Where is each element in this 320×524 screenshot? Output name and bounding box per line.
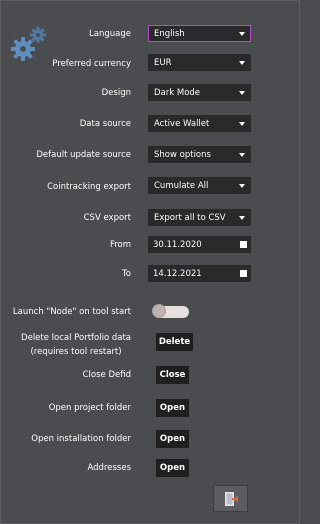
to-date-field[interactable]: 14.12.2021 (148, 265, 251, 282)
to-label: To (122, 269, 131, 279)
currency-select[interactable]: EUR (148, 54, 251, 71)
launch-node-label: Launch "Node" on tool start (12, 307, 131, 317)
design-value: Dark Mode (154, 87, 201, 98)
from-label: From (109, 240, 131, 250)
language-label: Language (89, 29, 131, 39)
currency-label: Preferred currency (52, 59, 131, 69)
close-defid-button[interactable]: Close (156, 366, 189, 384)
delete-portfolio-label-line1: Delete local Portfolio data (21, 333, 131, 343)
design-select[interactable]: Dark Mode (148, 84, 251, 101)
csv-export-select[interactable]: Export all to CSV (148, 209, 251, 226)
csv-export-label: CSV export (83, 213, 131, 223)
chevron-down-icon (239, 153, 245, 157)
chevron-down-icon (239, 216, 245, 220)
data-source-value: Active Wallet (154, 118, 210, 129)
close-defid-label: Close Defid (82, 370, 131, 380)
exit-icon (224, 491, 238, 506)
data-source-label: Data source (79, 119, 131, 129)
addresses-label: Addresses (87, 463, 131, 473)
exit-button[interactable] (213, 485, 248, 512)
update-source-label: Default update source (36, 150, 131, 160)
chevron-down-icon (239, 32, 245, 36)
delete-button[interactable]: Delete (156, 333, 193, 351)
update-source-select[interactable]: Show options (148, 146, 251, 163)
from-date-value: 30.11.2020 (153, 239, 202, 250)
addresses-button[interactable]: Open (156, 459, 189, 477)
from-date-field[interactable]: 30.11.2020 (148, 236, 251, 253)
chevron-down-icon (239, 122, 245, 126)
csv-export-value: Export all to CSV (154, 212, 226, 223)
cointracking-label: Cointracking export (47, 182, 131, 192)
launch-node-toggle[interactable] (152, 304, 189, 318)
update-source-value: Show options (154, 149, 211, 160)
calendar-icon[interactable] (240, 270, 247, 277)
chevron-down-icon (239, 184, 245, 188)
settings-panel: Language English Preferred currency EUR … (0, 0, 300, 524)
chevron-down-icon (239, 91, 245, 95)
open-project-button[interactable]: Open (156, 399, 189, 417)
cointracking-value: Cumulate All (154, 180, 209, 191)
design-label: Design (101, 88, 131, 98)
data-source-select[interactable]: Active Wallet (148, 115, 251, 132)
open-project-label: Open project folder (48, 403, 131, 413)
gear-icon (11, 27, 46, 61)
currency-value: EUR (154, 57, 172, 68)
open-installation-button[interactable]: Open (156, 430, 189, 448)
chevron-down-icon (239, 61, 245, 65)
delete-portfolio-label: Delete local Portfolio data (requires to… (21, 333, 131, 357)
language-value: English (154, 28, 185, 39)
language-select[interactable]: English (148, 25, 251, 42)
cointracking-select[interactable]: Cumulate All (148, 177, 251, 194)
open-installation-label: Open installation folder (31, 434, 131, 444)
to-date-value: 14.12.2021 (153, 268, 202, 279)
toggle-knob (152, 304, 166, 318)
delete-portfolio-label-line2: (requires tool restart) (30, 347, 122, 357)
calendar-icon[interactable] (240, 241, 247, 248)
